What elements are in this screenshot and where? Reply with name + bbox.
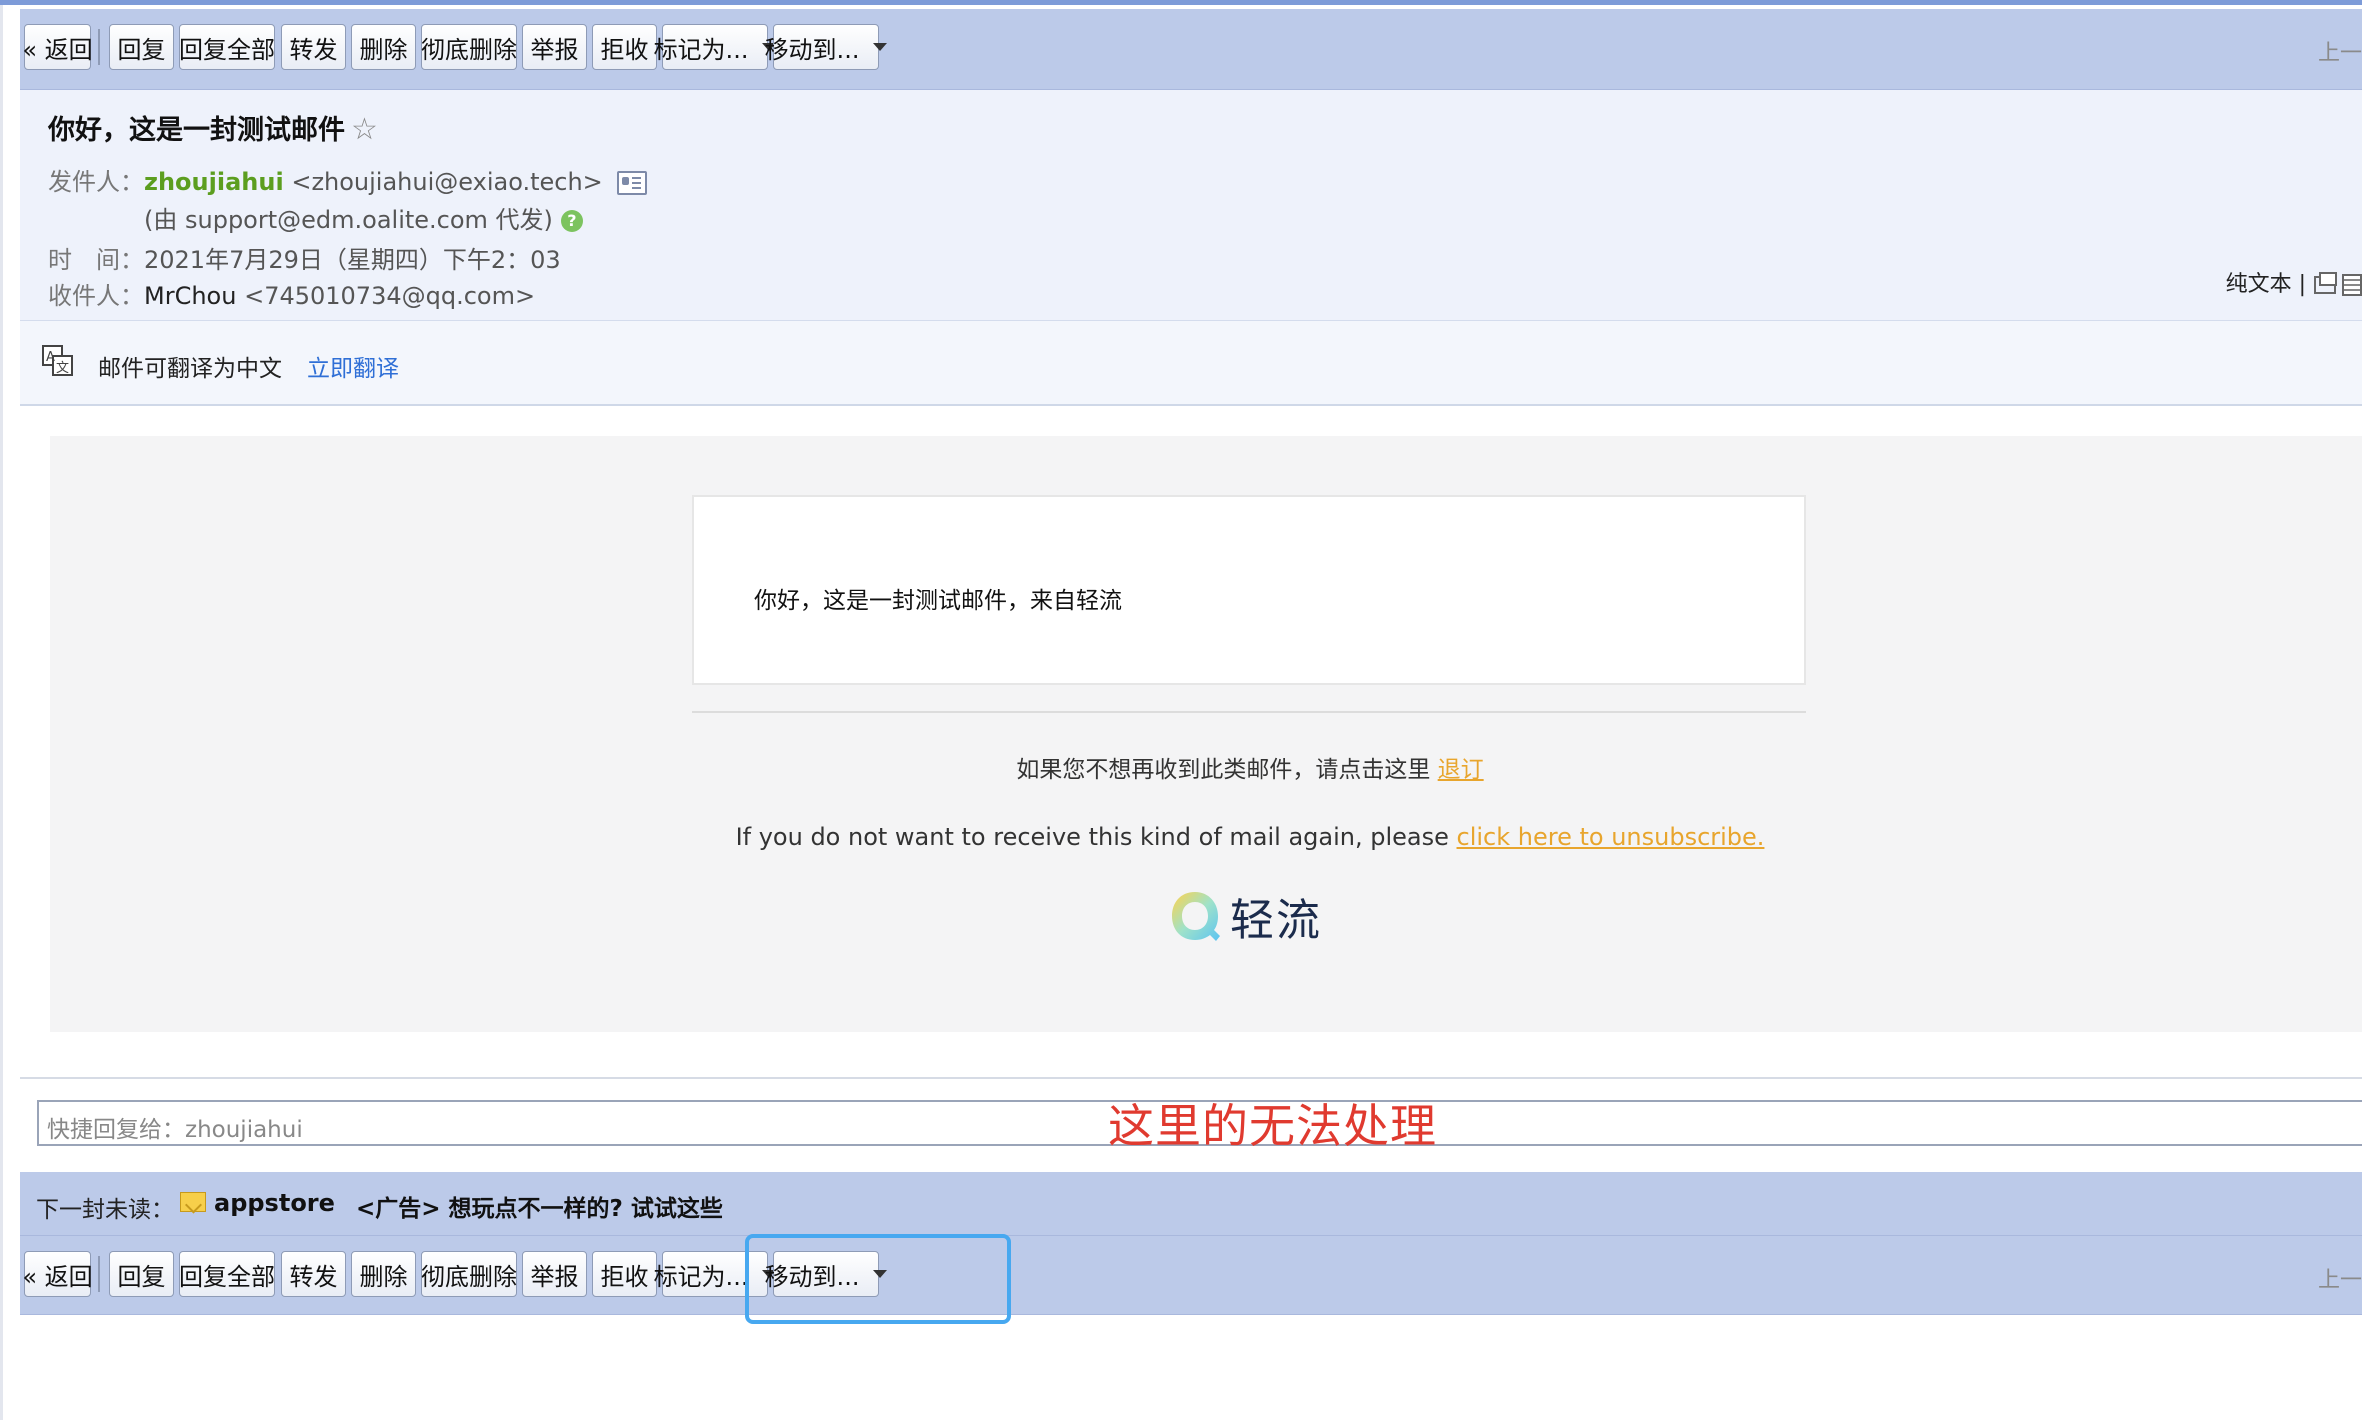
star-icon[interactable]: ☆ [351, 112, 378, 147]
forward-button[interactable]: 转发 [281, 24, 346, 70]
next-unread-label: 下一封未读： [36, 1197, 174, 1223]
report-button[interactable]: 举报 [522, 24, 587, 70]
brand-name: 轻流 [1230, 895, 1322, 946]
reply-divider [20, 1077, 2362, 1079]
sender-name[interactable]: zhoujiahui [144, 168, 284, 196]
help-icon[interactable]: ? [560, 209, 583, 232]
prev-mail-link[interactable]: 上一 [2318, 35, 2362, 67]
top-toolbar: « 返回 回复 回复全部 转发 删除 彻底删除 举报 拒收 标记为... 移动到… [20, 9, 2362, 90]
new-window-icon[interactable] [2314, 272, 2337, 294]
envelope-icon [180, 1192, 206, 1212]
svg-text:文: 文 [56, 361, 69, 376]
view-options: 纯文本 | [2226, 266, 2362, 298]
move-to-dropdown[interactable]: 移动到... [765, 24, 888, 70]
delete-button[interactable]: 删除 [351, 1251, 416, 1297]
unsubscribe-cn-text: 如果您不想再收到此类邮件，请点击这里 [1016, 757, 1431, 783]
left-edge [0, 5, 3, 1420]
reply-button[interactable]: 回复 [109, 1251, 174, 1297]
translate-icon: A 文 [42, 345, 73, 376]
plain-text-link[interactable]: 纯文本 | [2226, 272, 2306, 297]
report-button[interactable]: 举报 [522, 1251, 587, 1297]
move-to-label: 移动到... [764, 35, 860, 64]
recipient-label: 收件人： [48, 282, 144, 310]
reject-button[interactable]: 拒收 [592, 1251, 657, 1297]
sender-label: 发件人： [48, 168, 144, 196]
sender-email: <zhoujiahui@exiao.tech> [291, 168, 603, 196]
reply-button[interactable]: 回复 [109, 24, 174, 70]
svg-text:A: A [46, 350, 55, 365]
contact-card-icon[interactable] [616, 171, 647, 195]
annotation-text: 这里的无法处理 [1108, 1099, 1437, 1153]
next-unread-bar: 下一封未读： appstore <广告> 想玩点不一样的? 试试这些 [20, 1172, 2362, 1236]
time-row: 时 间：2021年7月29日（星期四）下午2：03 [48, 240, 561, 275]
translate-link[interactable]: 立即翻译 [307, 349, 399, 383]
mark-as-dropdown[interactable]: 标记为... [654, 24, 777, 70]
next-unread-subject[interactable]: <广告> 想玩点不一样的? 试试这些 [356, 1189, 723, 1223]
recipient-name[interactable]: MrChou [144, 282, 236, 310]
recipient-email: <745010734@qq.com> [244, 282, 536, 310]
brand-logo-icon [1172, 892, 1220, 941]
delete-forever-button[interactable]: 彻底删除 [421, 1251, 517, 1297]
forward-button[interactable]: 转发 [281, 1251, 346, 1297]
back-button[interactable]: « 返回 [22, 1251, 93, 1297]
toolbar-separator [98, 1256, 100, 1292]
unsubscribe-en: If you do not want to receive this kind … [0, 823, 2362, 851]
reply-all-button[interactable]: 回复全部 [179, 24, 275, 70]
mail-subject: 你好，这是一封测试邮件 ☆ [48, 108, 378, 147]
unsubscribe-cn: 如果您不想再收到此类邮件，请点击这里 退订 [0, 750, 2362, 784]
highlight-box [745, 1234, 1011, 1324]
via-row: (由 support@edm.oalite.com 代发)? [48, 200, 583, 235]
unsubscribe-cn-link[interactable]: 退订 [1438, 757, 1484, 783]
mark-as-label: 标记为... [653, 1262, 749, 1291]
translate-text: 邮件可翻译为中文 [98, 356, 282, 382]
brand-logo: 轻流 [1168, 884, 1322, 948]
print-icon[interactable] [2342, 274, 2362, 296]
time-value: 2021年7月29日（星期四）下午2：03 [144, 246, 561, 274]
unsubscribe-en-link[interactable]: click here to unsubscribe. [1457, 823, 1765, 851]
mark-as-label: 标记为... [653, 35, 749, 64]
mail-header: 你好，这是一封测试邮件 ☆ 发件人：zhoujiahui <zhoujiahui@… [20, 90, 2362, 321]
next-unread-sender[interactable]: appstore [214, 1189, 335, 1217]
translate-bar: A 文 邮件可翻译为中文 立即翻译 [20, 321, 2362, 406]
prev-mail-link[interactable]: 上一 [2318, 1262, 2362, 1294]
reject-button[interactable]: 拒收 [592, 24, 657, 70]
time-label: 时 间： [48, 246, 144, 274]
recipient-row: 收件人：MrChou <745010734@qq.com> [48, 276, 535, 311]
sender-row: 发件人：zhoujiahui <zhoujiahui@exiao.tech> [48, 162, 647, 197]
chevron-down-icon [873, 43, 888, 51]
back-button[interactable]: « 返回 [22, 24, 93, 70]
toolbar-separator [98, 29, 100, 65]
delete-forever-button[interactable]: 彻底删除 [421, 24, 517, 70]
mail-message-box: 你好，这是一封测试邮件，来自轻流 [692, 495, 1806, 685]
unsubscribe-en-text: If you do not want to receive this kind … [735, 823, 1449, 851]
bottom-toolbar: « 返回 回复 回复全部 转发 删除 彻底删除 举报 拒收 标记为... 移动到… [20, 1236, 2362, 1315]
via-text: (由 support@edm.oalite.com 代发) [144, 206, 553, 234]
mail-body-text: 你好，这是一封测试邮件，来自轻流 [754, 588, 1122, 614]
subject-text: 你好，这是一封测试邮件 [48, 115, 345, 146]
delete-button[interactable]: 删除 [351, 24, 416, 70]
content-divider [692, 711, 1806, 713]
reply-all-button[interactable]: 回复全部 [179, 1251, 275, 1297]
top-accent-line [0, 0, 2362, 5]
